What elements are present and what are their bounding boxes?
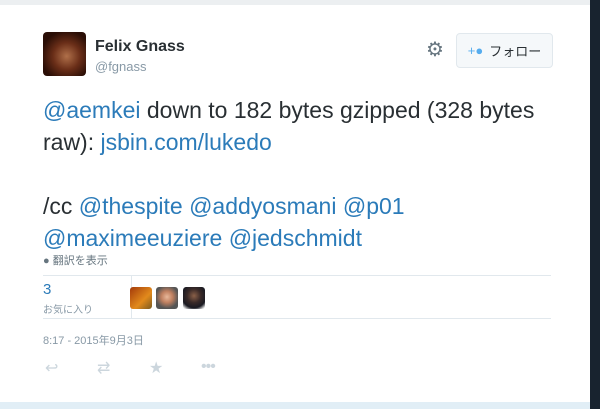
more-icon[interactable]: •••	[201, 358, 241, 378]
user-name[interactable]: Felix Gnass	[95, 38, 185, 56]
side-panel	[590, 0, 600, 409]
follow-button[interactable]: +● フォロー	[456, 33, 553, 68]
gear-icon[interactable]: ⚙	[426, 40, 444, 60]
tweet-text-segment: /cc	[43, 193, 79, 219]
tweet-link[interactable]: @addyosmani	[189, 193, 336, 219]
favorite-count[interactable]: 3	[43, 281, 51, 298]
add-user-icon: +●	[467, 43, 484, 58]
tweet-link[interactable]: @thespite	[79, 193, 183, 219]
tweet-stats: 3 お気に入り	[43, 275, 551, 319]
reply-icon[interactable]: ↩	[45, 358, 97, 378]
favorite-star-icon[interactable]: ★	[149, 358, 201, 378]
avatar[interactable]	[43, 32, 86, 76]
tweet-link[interactable]: @maximeeuziere	[43, 225, 222, 251]
top-border	[0, 0, 590, 5]
tweet-text: @aemkei down to 182 bytes gzipped (328 b…	[43, 94, 573, 254]
favoriter-avatar[interactable]	[156, 287, 178, 309]
tweet-link[interactable]: jsbin.com/lukedo	[101, 129, 272, 155]
favorite-label: お気に入り	[43, 305, 93, 316]
follow-label: フォロー	[489, 44, 542, 59]
favoriter-avatar[interactable]	[183, 287, 205, 309]
tweet-link[interactable]: @jedschmidt	[229, 225, 362, 251]
timestamp[interactable]: 8:17 - 2015年9月3日	[43, 332, 144, 348]
translate-label: 翻訳を表示	[52, 255, 108, 267]
retweet-icon[interactable]: ⇄	[97, 358, 149, 378]
favoriter-avatar[interactable]	[130, 287, 152, 309]
translate-link[interactable]: ● 翻訳を表示	[43, 252, 108, 268]
bottom-bar	[0, 402, 590, 409]
globe-icon: ●	[43, 255, 50, 267]
tweet-actions: ↩ ⇄ ★ •••	[45, 358, 241, 378]
user-handle[interactable]: @fgnass	[95, 59, 147, 74]
tweet-link[interactable]: @aemkei	[43, 97, 141, 123]
tweet-link[interactable]: @p01	[343, 193, 405, 219]
